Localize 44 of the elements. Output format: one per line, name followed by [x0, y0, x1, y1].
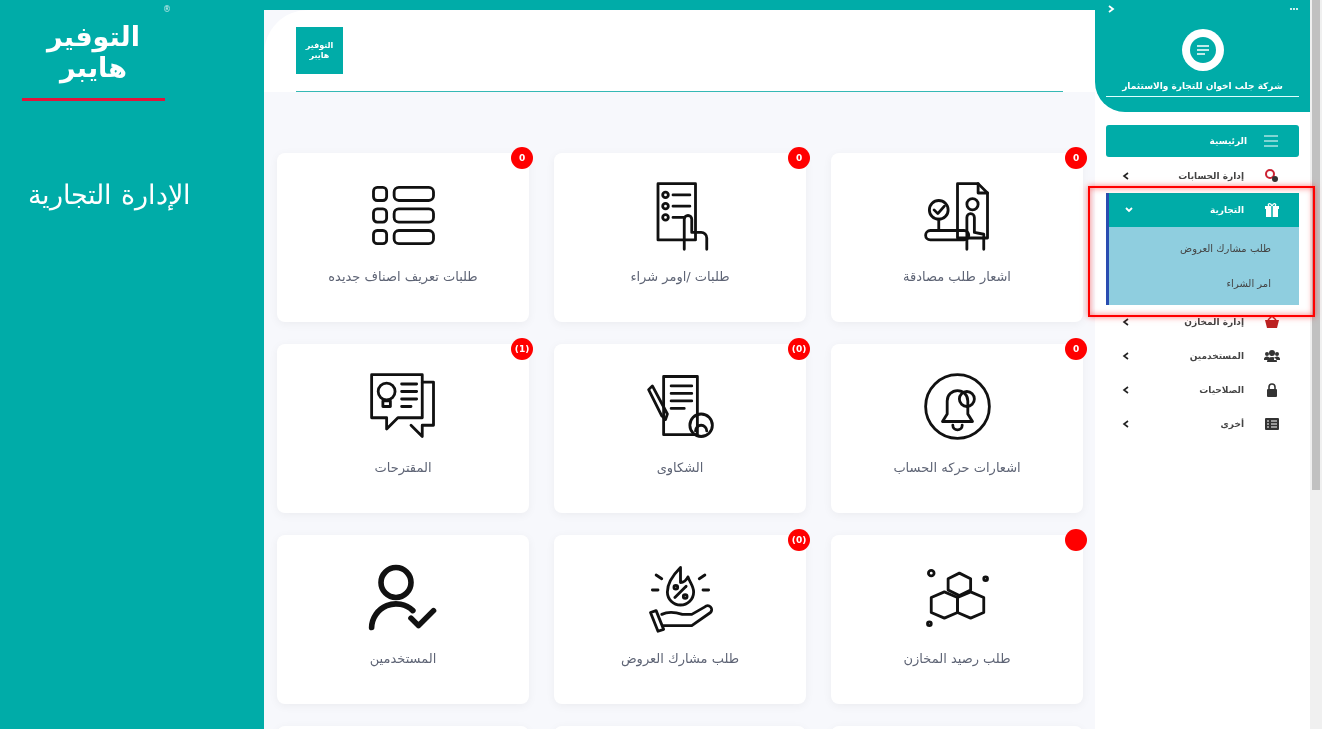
chevron-right-icon[interactable]: [1106, 4, 1116, 14]
menu-item[interactable]: المستخدمين: [1106, 339, 1299, 373]
company-logo-icon: [1181, 29, 1224, 71]
menu-item[interactable]: أخرى: [1106, 407, 1299, 441]
count-badge: (1): [511, 338, 533, 360]
menu-icon: [1263, 133, 1279, 149]
menu-item[interactable]: إدارة المخازن: [1106, 305, 1299, 339]
card-label: اشعارات حركه الحساب: [893, 460, 1021, 475]
menu-item[interactable]: إدارة الحسابات: [1106, 159, 1299, 193]
card-label: طلبات تعريف اصناف جديده: [328, 269, 478, 284]
scrollbar[interactable]: [1310, 0, 1322, 729]
chevron-left-icon: [1121, 385, 1131, 395]
chevron-left-icon: [1121, 171, 1131, 181]
count-badge: (0): [788, 529, 810, 551]
company-name: شركة جلب اخوان للتجارة والاستثمار: [1122, 81, 1283, 91]
dashboard-card[interactable]: المستخدمين: [277, 535, 529, 704]
users-icon: [1264, 348, 1280, 364]
list-icon: [1264, 416, 1280, 432]
count-badge: 0: [788, 147, 810, 169]
chevron-down-icon: [1124, 205, 1134, 215]
basket-icon: [1264, 314, 1280, 330]
chevron-left-icon: [1121, 351, 1131, 361]
dashboard-card[interactable]: طلب رصيد المخازن: [831, 535, 1083, 704]
count-badge: 0: [1065, 338, 1087, 360]
count-badge: 0: [1065, 147, 1087, 169]
submenu-item[interactable]: طلب مشارك العروض: [1180, 231, 1299, 266]
card-label: اشعار طلب مصادقة: [903, 269, 1011, 284]
page-title: الإدارة التجارية: [28, 179, 192, 210]
count-badge: 0: [511, 147, 533, 169]
chevron-left-icon: [1121, 419, 1131, 429]
card-label: المقترحات: [374, 460, 432, 475]
header-logo: التوفير هايبر: [296, 27, 343, 74]
submenu-item[interactable]: امر الشراء: [1226, 266, 1299, 301]
card-label: طلبات /اومر شراء: [630, 269, 730, 284]
card-label: الشكاوى: [656, 460, 704, 475]
gift-icon: [1264, 202, 1280, 218]
menu-item[interactable]: الصلاحيات: [1106, 373, 1299, 407]
card-label: طلب مشارك العروض: [620, 651, 740, 666]
card-label: طلب رصيد المخازن: [903, 651, 1011, 666]
chevron-left-icon: [1121, 317, 1131, 327]
count-badge: (0): [788, 338, 810, 360]
card-label: المستخدمين: [369, 651, 437, 666]
registered-mark: ®: [163, 5, 171, 14]
lock-icon: [1264, 382, 1280, 398]
